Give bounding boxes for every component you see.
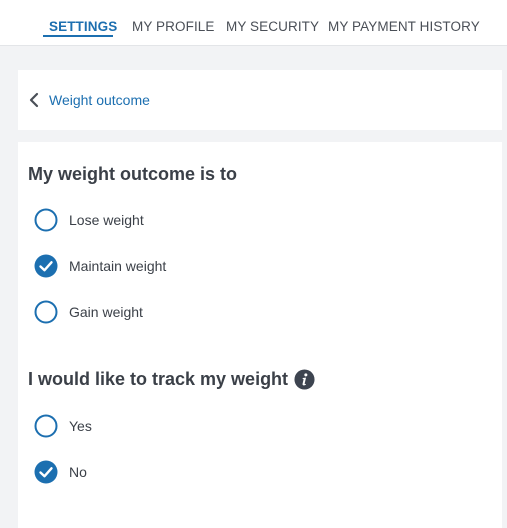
back-link[interactable]: Weight outcome <box>28 88 150 112</box>
radio-option-maintain-weight[interactable]: Maintain weight <box>34 253 166 279</box>
radio-option-yes[interactable]: Yes <box>34 413 92 439</box>
chevron-left-icon <box>29 92 39 108</box>
outcome-title-text: My weight outcome is to <box>28 164 238 184</box>
radio-label: Maintain weight <box>69 258 167 274</box>
radio-unchecked-icon[interactable] <box>34 300 58 324</box>
radio-unchecked-icon[interactable] <box>34 414 58 438</box>
radio-checked-icon[interactable] <box>34 460 58 484</box>
breadcrumb-panel: Weight outcome <box>18 70 502 130</box>
tracking-title-text: I would like to track my weight <box>28 369 289 389</box>
back-link-label: Weight outcome <box>49 92 150 108</box>
tab-my-profile[interactable]: MY PROFILE <box>132 19 215 34</box>
tracking-section-title: I would like to track my weight <box>28 369 315 390</box>
tab-my-security[interactable]: MY SECURITY <box>226 19 319 34</box>
weight-settings-panel: My weight outcome is to Lose weight Main… <box>18 142 502 528</box>
radio-label: Yes <box>69 418 92 434</box>
radio-checked-icon[interactable] <box>34 254 58 278</box>
radio-label: Lose weight <box>69 212 144 228</box>
radio-label: Gain weight <box>69 304 143 320</box>
radio-option-lose-weight[interactable]: Lose weight <box>34 207 144 233</box>
radio-option-no[interactable]: No <box>34 459 87 485</box>
tab-my-payment-history[interactable]: MY PAYMENT HISTORY <box>328 19 480 34</box>
top-navigation: SETTINGS MY PROFILE MY SECURITY MY PAYME… <box>0 0 507 46</box>
radio-label: No <box>69 464 87 480</box>
info-icon[interactable] <box>294 369 315 390</box>
active-tab-indicator <box>43 35 113 37</box>
tab-settings[interactable]: SETTINGS <box>49 19 117 34</box>
outcome-section-title: My weight outcome is to <box>28 164 237 185</box>
radio-option-gain-weight[interactable]: Gain weight <box>34 299 143 325</box>
radio-unchecked-icon[interactable] <box>34 208 58 232</box>
